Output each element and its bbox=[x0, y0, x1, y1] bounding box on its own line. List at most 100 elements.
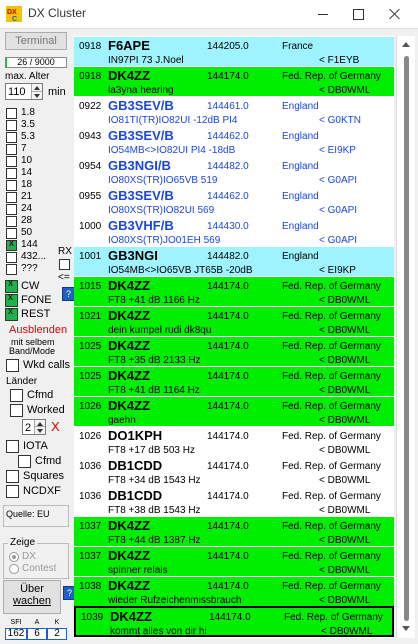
spot-call: DK4ZZ bbox=[108, 518, 150, 533]
squares-checkbox[interactable] bbox=[6, 470, 19, 483]
band-label: 1.8 bbox=[21, 107, 35, 118]
show-contest-radio[interactable] bbox=[9, 564, 19, 574]
spot-row[interactable]: 1015 DK4ZZ 144174.0 Fed. Rep. of Germany FT8… bbox=[74, 276, 394, 307]
spot-comment: IO80XS(TR)IO82UI 569 bbox=[108, 205, 215, 216]
spot-time: 1000 bbox=[79, 221, 102, 232]
sfi-label: SFI bbox=[10, 619, 22, 626]
band-label: 3.5 bbox=[21, 119, 35, 130]
spot-row[interactable]: 1037 DK4ZZ 144174.0 Fed. Rep. of Germany spi… bbox=[74, 546, 394, 577]
spot-spotter: < DB0WML bbox=[319, 85, 371, 96]
spot-row[interactable]: 1038 DK4ZZ 144174.0 Fed. Rep. of Germany wie… bbox=[74, 576, 394, 607]
iota-cfmd-checkbox[interactable] bbox=[18, 455, 31, 468]
spot-row[interactable]: 1039 DK4ZZ 144174.0 Fed. Rep. of Germany kom… bbox=[74, 606, 394, 637]
spot-row[interactable]: 0922 GB3SEV/B 144461.0 England IO81TI(TR)IO8… bbox=[74, 96, 394, 127]
band-checkbox[interactable] bbox=[6, 264, 17, 275]
band-checkbox[interactable] bbox=[6, 192, 17, 203]
spot-row[interactable]: 1036 DB1CDD 144174.0 Fed. Rep. of Germany FT… bbox=[74, 486, 394, 517]
spot-row[interactable]: 1021 DK4ZZ 144174.0 Fed. Rep. of Germany dei… bbox=[74, 306, 394, 337]
scrollbar[interactable] bbox=[396, 36, 415, 638]
show-dx-radio[interactable] bbox=[9, 552, 19, 562]
spot-frequency: 144174.0 bbox=[207, 521, 249, 532]
show-heading: Zeige bbox=[8, 537, 38, 548]
spot-call: GB3SEV/B bbox=[108, 128, 174, 143]
show-contest-label: Contest bbox=[22, 563, 57, 574]
mode-checkbox[interactable] bbox=[5, 306, 18, 321]
worked-spin-value: 2 bbox=[25, 422, 32, 434]
spot-row[interactable]: 1025 DK4ZZ 144174.0 Fed. Rep. of Germany FT8… bbox=[74, 336, 394, 367]
terminal-button[interactable]: Terminal bbox=[5, 32, 67, 50]
spot-country: Fed. Rep. of Germany bbox=[282, 521, 381, 532]
spot-row[interactable]: 0955 GB3SEV/B 144462.0 England IO80XS(TR)IO8… bbox=[74, 186, 394, 217]
spot-call: DB1CDD bbox=[108, 488, 163, 503]
spot-country: England bbox=[282, 221, 319, 232]
band-label: 10 bbox=[21, 155, 33, 166]
spot-country: Fed. Rep. of Germany bbox=[282, 371, 381, 382]
band-checkbox[interactable] bbox=[6, 180, 17, 191]
solar-stats: SFI A K 162 6 2 bbox=[5, 619, 67, 641]
scroll-up-icon[interactable] bbox=[397, 38, 415, 52]
monitor-label-2: wachen bbox=[13, 595, 51, 607]
spot-frequency: 144174.0 bbox=[207, 551, 249, 562]
monitor-label-1: Über bbox=[20, 583, 44, 595]
minimize-icon[interactable] bbox=[308, 4, 338, 24]
max-age-label: max. Alter bbox=[5, 71, 50, 82]
spot-call: DK4ZZ bbox=[108, 278, 150, 293]
rx-checkbox[interactable] bbox=[59, 259, 70, 270]
band-checkbox[interactable] bbox=[6, 252, 17, 263]
spin-down-icon[interactable] bbox=[31, 91, 42, 99]
spot-time: 1025 bbox=[79, 371, 102, 382]
spot-comment: IO80XS(TR)IO65VB 519 bbox=[108, 175, 218, 186]
spin-up-icon[interactable] bbox=[31, 84, 42, 92]
spot-spotter: < DB0WML bbox=[319, 385, 371, 396]
spot-row[interactable]: 0943 GB3SEV/B 144462.0 England IO54MB<>IO82U… bbox=[74, 126, 394, 157]
spin-up-icon[interactable] bbox=[34, 420, 45, 427]
iota-cfmd-label: Cfmd bbox=[35, 455, 62, 467]
band-checkbox[interactable] bbox=[6, 120, 17, 131]
close-icon[interactable] bbox=[380, 4, 410, 24]
wkd-calls-checkbox[interactable] bbox=[6, 359, 19, 372]
band-checkbox[interactable] bbox=[6, 204, 17, 215]
spot-row[interactable]: 1000 GB3VHF/B 144430.0 England IO80XS(TR)JO0… bbox=[74, 216, 394, 247]
spot-time: 0922 bbox=[79, 101, 102, 112]
band-checkbox[interactable] bbox=[6, 132, 17, 143]
maximize-icon[interactable] bbox=[343, 4, 373, 24]
band-checkbox[interactable] bbox=[6, 156, 17, 167]
spot-row[interactable]: 1036 DB1CDD 144174.0 Fed. Rep. of Germany FT… bbox=[74, 456, 394, 487]
ncdxf-checkbox[interactable] bbox=[6, 485, 19, 498]
spot-row[interactable]: 0918 DK4ZZ 144174.0 Fed. Rep. of Germany la3… bbox=[74, 66, 394, 97]
scroll-thumb[interactable] bbox=[404, 56, 409, 621]
spot-row[interactable]: 1026 DK4ZZ 144174.0 Fed. Rep. of Germany gae… bbox=[74, 396, 394, 427]
spot-spotter: < G0KTN bbox=[319, 115, 361, 126]
scroll-down-icon[interactable] bbox=[397, 622, 415, 636]
band-checkbox[interactable] bbox=[6, 238, 17, 251]
cfmd-checkbox[interactable] bbox=[10, 389, 23, 402]
band-checkbox[interactable] bbox=[6, 168, 17, 179]
spot-comment: FT8 +35 dB 2133 Hz bbox=[108, 355, 201, 366]
spot-row[interactable]: 0954 GB3NGI/B 144482.0 England IO80XS(TR)IO6… bbox=[74, 156, 394, 187]
max-age-spinner[interactable]: 110 bbox=[5, 83, 43, 100]
spot-frequency: 144205.0 bbox=[207, 41, 249, 52]
spot-row[interactable]: 1025 DK4ZZ 144174.0 Fed. Rep. of Germany FT8… bbox=[74, 366, 394, 397]
spot-frequency: 144430.0 bbox=[207, 221, 249, 232]
worked-spinner[interactable]: 2 bbox=[22, 419, 46, 435]
monitor-button[interactable]: Über wachen bbox=[3, 580, 61, 614]
spot-row[interactable]: 1037 DK4ZZ 144174.0 Fed. Rep. of Germany FT8… bbox=[74, 516, 394, 547]
ncdxf-label: NCDXF bbox=[23, 485, 61, 497]
spot-time: 1036 bbox=[79, 491, 102, 502]
spot-list[interactable]: 0918 F6APE 144205.0 France IN97PI 73 J.Noel <… bbox=[74, 36, 394, 638]
spot-spotter: < DB0WML bbox=[319, 415, 371, 426]
band-checkbox[interactable] bbox=[6, 108, 17, 119]
spot-row[interactable]: 1001 GB3NGI 144482.0 England IO54MB<>IO65VB … bbox=[74, 246, 394, 277]
spot-comment: spinner relais bbox=[108, 565, 168, 576]
spot-row[interactable]: 1026 DO1KPH 144174.0 Fed. Rep. of Germany FT… bbox=[74, 426, 394, 457]
spot-spotter: < G0API bbox=[319, 205, 358, 216]
band-checkbox[interactable] bbox=[6, 216, 17, 227]
spin-down-icon[interactable] bbox=[34, 427, 45, 434]
band-checkbox[interactable] bbox=[6, 144, 17, 155]
worked-checkbox[interactable] bbox=[10, 404, 23, 417]
sfi-value: 162 bbox=[5, 628, 27, 640]
spot-comment: wieder Rufzeichenmissbrauch bbox=[108, 595, 242, 606]
iota-checkbox[interactable] bbox=[6, 440, 19, 453]
spot-row[interactable]: 0918 F6APE 144205.0 France IN97PI 73 J.Noel <… bbox=[74, 36, 394, 67]
clear-x-icon[interactable]: X bbox=[51, 419, 60, 434]
